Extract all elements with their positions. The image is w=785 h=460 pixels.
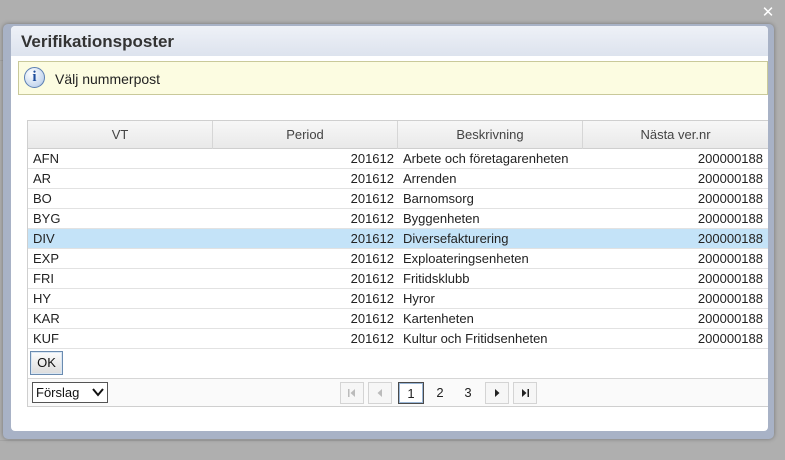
cell-description: Diversefakturering [403, 231, 509, 246]
cell-period: 201612 [350, 191, 394, 206]
next-page-button[interactable] [485, 382, 509, 404]
cell-vt: KAR [33, 311, 60, 326]
grid-header: VT Period Beskrivning Nästa ver.nr [28, 121, 768, 149]
next-page-icon [495, 389, 500, 397]
cell-description: Byggenheten [403, 211, 480, 226]
info-icon: i [24, 67, 45, 88]
cell-vt: BO [33, 191, 52, 206]
cell-period: 201612 [350, 291, 394, 306]
cell-period: 201612 [350, 311, 394, 326]
number-series-grid: VT Period Beskrivning Nästa ver.nr AFN 20… [27, 120, 768, 407]
page-number-2[interactable]: 2 [427, 382, 453, 404]
cell-next-number: 200000188 [697, 191, 763, 206]
cell-period: 201612 [350, 211, 394, 226]
ok-button[interactable]: OK [30, 351, 63, 375]
last-page-icon [522, 389, 529, 397]
cell-next-number: 200000188 [697, 211, 763, 226]
table-row[interactable]: DIV 201612 Diversefakturering 200000188 [28, 229, 768, 249]
column-header-next-number[interactable]: Nästa ver.nr [583, 121, 768, 149]
page-number-3[interactable]: 3 [455, 382, 481, 404]
page-number-1[interactable]: 1 [398, 382, 424, 404]
cell-period: 201612 [350, 331, 394, 346]
cell-period: 201612 [350, 231, 394, 246]
cell-description: Arrenden [403, 171, 457, 186]
table-row[interactable]: BYG 201612 Byggenheten 200000188 [28, 209, 768, 229]
table-row[interactable]: HY 201612 Hyror 200000188 [28, 289, 768, 309]
table-row[interactable]: KAR 201612 Kartenheten 200000188 [28, 309, 768, 329]
first-page-button[interactable] [340, 382, 364, 404]
column-header-description[interactable]: Beskrivning [398, 121, 583, 149]
page-size-select[interactable]: Förslag [32, 382, 108, 403]
cell-next-number: 200000188 [697, 151, 763, 166]
last-page-button[interactable] [513, 382, 537, 404]
cell-vt: KUF [33, 331, 59, 346]
cell-next-number: 200000188 [697, 171, 763, 186]
cell-description: Hyror [403, 291, 435, 306]
dialog-titlebar: Verifikationsposter [11, 26, 768, 56]
cell-description: Fritidsklubb [403, 271, 470, 286]
cell-vt: EXP [33, 251, 60, 266]
close-icon[interactable]: ✕ [761, 5, 775, 20]
cell-next-number: 200000188 [697, 331, 763, 346]
column-header-vt[interactable]: VT [28, 121, 213, 149]
table-row[interactable]: FRI 201612 Fritidsklubb 200000188 [28, 269, 768, 289]
cell-vt: HY [33, 291, 52, 306]
cell-next-number: 200000188 [697, 231, 763, 246]
table-row[interactable]: BO 201612 Barnomsorg 200000188 [28, 189, 768, 209]
table-row[interactable]: EXP 201612 Exploateringsenheten 200000188 [28, 249, 768, 269]
cell-description: Barnomsorg [403, 191, 474, 206]
dialog-title: Verifikationsposter [21, 32, 175, 51]
cell-description: Arbete och företagarenheten [403, 151, 569, 166]
cell-vt: DIV [33, 231, 55, 246]
cell-vt: AFN [33, 151, 59, 166]
table-row[interactable]: KUF 201612 Kultur och Fritidsenheten 200000… [28, 329, 768, 349]
cell-period: 201612 [350, 271, 394, 286]
info-message: i Välj nummerpost [18, 61, 768, 95]
previous-page-icon [377, 389, 382, 397]
cell-next-number: 200000188 [697, 291, 763, 306]
info-text: Välj nummerpost [55, 71, 161, 87]
grid-body: AFN 201612 Arbete och företagarenheten 2000… [28, 149, 768, 349]
dialog-content: Verifikationsposter i Välj nummerpost VT… [11, 26, 768, 431]
verification-dialog: Verifikationsposter i Välj nummerpost VT… [3, 24, 774, 439]
cell-period: 201612 [350, 171, 394, 186]
pager: Förslag 1 2 3 [28, 378, 768, 406]
cell-description: Kartenheten [403, 311, 474, 326]
cell-description: Exploateringsenheten [403, 251, 529, 266]
cell-next-number: 200000188 [697, 251, 763, 266]
cell-vt: BYG [33, 211, 61, 226]
cell-period: 201612 [350, 251, 394, 266]
cell-next-number: 200000188 [697, 311, 763, 326]
cell-vt: FRI [33, 271, 54, 286]
cell-period: 201612 [350, 151, 394, 166]
previous-page-button[interactable] [368, 382, 392, 404]
page-size-select-value: Förslag [36, 385, 80, 400]
cell-description: Kultur och Fritidsenheten [403, 331, 548, 346]
cell-next-number: 200000188 [697, 271, 763, 286]
table-row[interactable]: AR 201612 Arrenden 200000188 [28, 169, 768, 189]
cell-vt: AR [33, 171, 52, 186]
first-page-icon [348, 389, 355, 397]
table-row[interactable]: AFN 201612 Arbete och företagarenheten 2000… [28, 149, 768, 169]
column-header-period[interactable]: Period [213, 121, 398, 149]
chevron-down-icon [92, 388, 104, 397]
